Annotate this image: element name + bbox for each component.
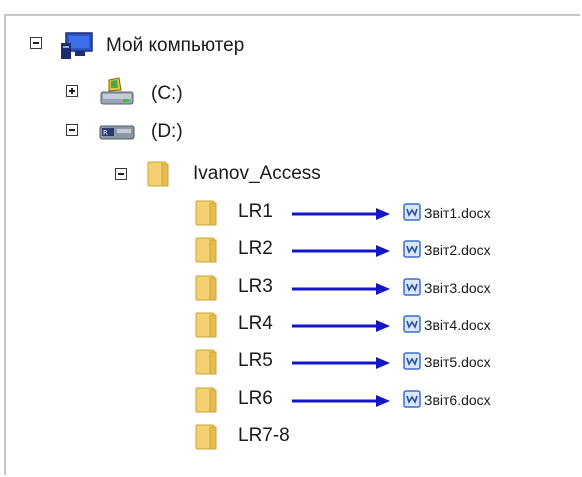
drive-d-icon: R [97, 120, 137, 142]
tree-label-document[interactable]: Звіт6.docx [424, 392, 491, 408]
folder-icon [194, 311, 218, 339]
word-document-icon [403, 315, 421, 333]
word-document-icon [403, 390, 421, 408]
word-document-icon [403, 278, 421, 296]
tree-label-drive-d[interactable]: (D:) [151, 121, 183, 143]
tree-label-lab-folder[interactable]: LR2 [238, 238, 273, 260]
tree-label-root[interactable]: Мой компьютер [106, 35, 244, 57]
arrow-icon [292, 394, 392, 407]
folder-icon [194, 386, 218, 414]
tree-label-ivanov-access[interactable]: Ivanov_Access [193, 163, 321, 185]
arrow-icon [292, 207, 392, 220]
folder-icon [146, 160, 170, 188]
svg-text:R: R [103, 129, 108, 137]
tree-label-document[interactable]: Звіт5.docx [424, 354, 491, 370]
folder-icon [194, 236, 218, 264]
folder-icon [194, 274, 218, 302]
expand-toggle-drive-c[interactable] [66, 85, 78, 97]
arrow-icon [292, 244, 392, 257]
tree-label-drive-c[interactable]: (C:) [151, 83, 183, 105]
collapse-toggle-drive-d[interactable] [66, 124, 78, 136]
computer-icon [60, 32, 96, 60]
tree-label-document[interactable]: Звіт1.docx [424, 205, 491, 221]
folder-icon [194, 199, 218, 227]
drive-c-icon [97, 76, 137, 106]
arrow-icon [292, 319, 392, 332]
tree-label-document[interactable]: Звіт4.docx [424, 317, 491, 333]
word-document-icon [403, 203, 421, 221]
tree-label-lab-folder[interactable]: LR7-8 [238, 425, 290, 447]
tree-label-lab-folder[interactable]: LR4 [238, 313, 273, 335]
tree-label-lab-folder[interactable]: LR1 [238, 201, 273, 223]
tree-label-lab-folder[interactable]: LR3 [238, 276, 273, 298]
word-document-icon [403, 352, 421, 370]
tree-label-lab-folder[interactable]: LR5 [238, 350, 273, 372]
collapse-toggle-ivanov-access[interactable] [115, 168, 127, 180]
tree-label-lab-folder[interactable]: LR6 [238, 388, 273, 410]
word-document-icon [403, 240, 421, 258]
tree-label-document[interactable]: Звіт3.docx [424, 280, 491, 296]
folder-icon [194, 423, 218, 451]
folder-icon [194, 348, 218, 376]
arrow-icon [292, 356, 392, 369]
arrow-icon [292, 282, 392, 295]
collapse-toggle-root[interactable] [30, 37, 42, 49]
tree-label-document[interactable]: Звіт2.docx [424, 242, 491, 258]
